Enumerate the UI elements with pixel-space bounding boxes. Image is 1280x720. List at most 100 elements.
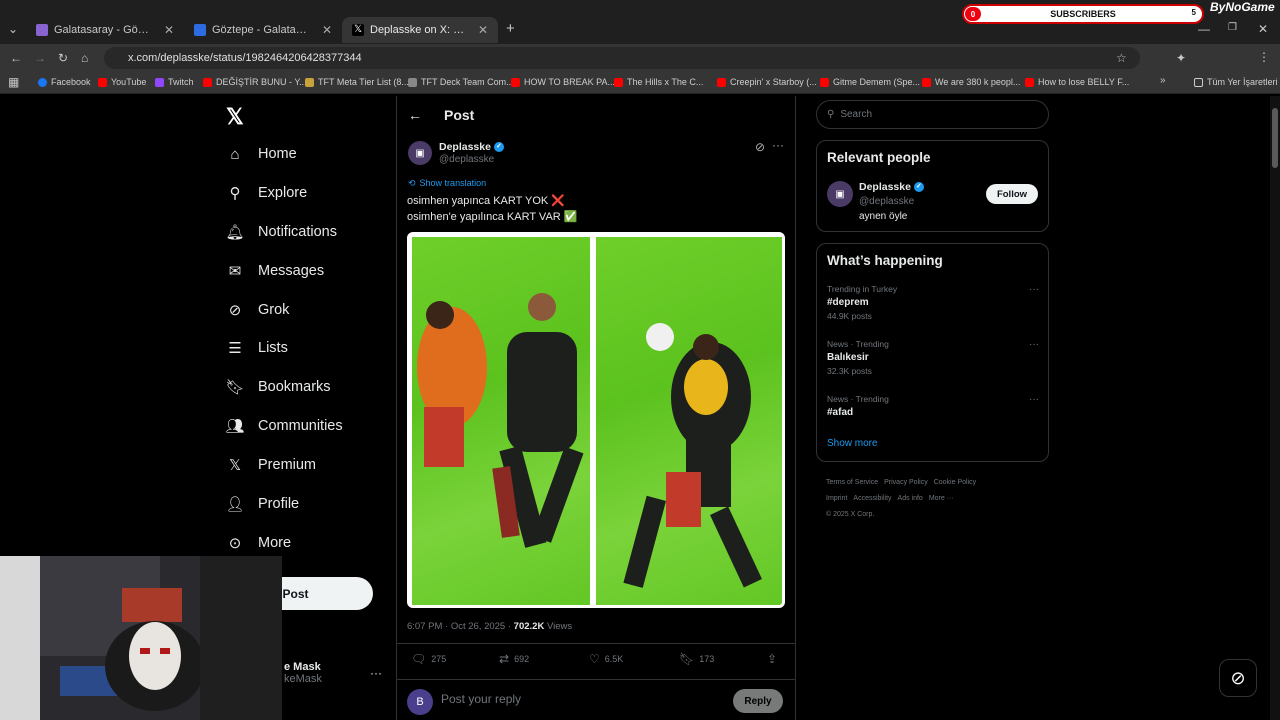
bookmark-item[interactable]: Gitme Demem (Spe... bbox=[820, 77, 920, 87]
grok-icon[interactable]: ⊘ bbox=[755, 140, 765, 154]
divider bbox=[397, 643, 795, 644]
trend-item[interactable]: News · Trending Balıkesir 32.3K posts ··… bbox=[827, 339, 1039, 376]
window-close-icon[interactable]: ✕ bbox=[1258, 22, 1268, 36]
grok-fab-icon[interactable]: ⊘ bbox=[1219, 659, 1257, 697]
tab-search-icon[interactable]: ⌄ bbox=[8, 22, 18, 36]
trend-item[interactable]: Trending in Turkey #deprem 44.9K posts ·… bbox=[827, 284, 1039, 321]
bookmark-star-icon[interactable]: ☆ bbox=[1116, 51, 1127, 65]
bookmark-item[interactable]: How to lose BELLY F... bbox=[1025, 77, 1129, 87]
footer-link[interactable]: More ··· bbox=[929, 495, 954, 502]
all-bookmarks[interactable]: Tüm Yer İşaretleri bbox=[1194, 77, 1278, 87]
nav-label: Profile bbox=[258, 496, 300, 512]
bookmark-label: TFT Meta Tier List (8... bbox=[318, 77, 409, 87]
account-switcher[interactable]: e Mask keMask bbox=[284, 661, 322, 685]
search-placeholder: Search bbox=[840, 109, 873, 120]
footer-link[interactable]: Accessibility bbox=[853, 495, 891, 502]
account-handle: keMask bbox=[284, 673, 322, 685]
apps-icon[interactable]: ▦ bbox=[8, 75, 19, 89]
nav-label: Communities bbox=[258, 418, 343, 434]
players-illustration bbox=[417, 293, 584, 548]
back-icon[interactable]: ← bbox=[10, 51, 22, 65]
bookmark-item[interactable]: The Hills x The C... bbox=[614, 77, 703, 87]
post-button-label: Post bbox=[282, 586, 309, 601]
reply-action[interactable]: 🗨︎ 275 bbox=[411, 652, 446, 666]
restore-icon[interactable]: ❐ bbox=[1228, 22, 1237, 33]
browser-tab-active[interactable]: 𝕏 Deplasske on X: "osimhen yapın ✕ bbox=[342, 17, 498, 43]
trend-more-icon[interactable]: ··· bbox=[1029, 394, 1039, 405]
bookmark-item[interactable]: Facebook bbox=[38, 77, 91, 87]
person-name-text: Deplasske bbox=[859, 181, 911, 193]
show-more-link[interactable]: Show more bbox=[827, 438, 878, 449]
trend-more-icon[interactable]: ··· bbox=[1029, 339, 1039, 350]
nav-lists[interactable]: ☰ Lists bbox=[226, 339, 288, 357]
reply-avatar: B bbox=[407, 689, 433, 715]
nav-profile[interactable]: 👤︎ Profile bbox=[225, 495, 300, 513]
repost-action[interactable]: ⇄ 692 bbox=[499, 652, 529, 666]
nav-more[interactable]: ⊙ More bbox=[226, 534, 291, 552]
forward-icon[interactable]: → bbox=[34, 51, 46, 65]
nav-messages[interactable]: ✉ Messages bbox=[226, 262, 324, 280]
show-translation-label: Show translation bbox=[419, 178, 487, 188]
reply-button[interactable]: Reply bbox=[733, 689, 783, 713]
home-icon[interactable]: ⌂ bbox=[81, 51, 88, 65]
scrollbar-thumb[interactable] bbox=[1272, 108, 1278, 168]
nav-premium[interactable]: 𝕏 Premium bbox=[226, 456, 316, 474]
like-action[interactable]: ♡ 6.5K bbox=[589, 652, 623, 666]
page-scrollbar[interactable] bbox=[1270, 96, 1280, 720]
bookmark-item[interactable]: Creepin' x Starboy (... bbox=[717, 77, 817, 87]
account-more-icon[interactable]: ··· bbox=[370, 666, 382, 680]
back-arrow-icon[interactable]: ← bbox=[408, 107, 422, 123]
nav-notifications[interactable]: 🔔︎ Notifications bbox=[225, 223, 337, 241]
happening-title: What’s happening bbox=[827, 253, 943, 268]
bookmark-item[interactable]: TFT Meta Tier List (8... bbox=[305, 77, 409, 87]
more-icon[interactable]: ··· bbox=[772, 138, 784, 152]
search-input[interactable]: ⚲ Search bbox=[816, 100, 1049, 129]
new-tab-icon[interactable]: + bbox=[506, 20, 515, 37]
post-timestamp[interactable]: 6:07 PM · Oct 26, 2025 · bbox=[407, 621, 514, 632]
nav-explore[interactable]: ⚲ Explore bbox=[226, 184, 308, 202]
person-name[interactable]: Deplasske ✓ bbox=[859, 181, 924, 193]
post-media[interactable] bbox=[407, 232, 785, 608]
footer-link[interactable]: Terms of Service bbox=[826, 479, 878, 486]
nav-label: Bookmarks bbox=[258, 379, 331, 395]
reply-input[interactable]: Post your reply bbox=[441, 692, 521, 706]
url-input[interactable]: x.com/deplasske/status/19824642064283773… bbox=[104, 47, 1140, 69]
author-avatar[interactable]: ▣ bbox=[408, 141, 432, 165]
bookmark-item[interactable]: HOW TO BREAK PA... bbox=[511, 77, 615, 87]
nav-grok[interactable]: ⊘ Grok bbox=[226, 301, 290, 319]
bookmark-item[interactable]: DEĞİŞTİR BUNU - Y... bbox=[203, 77, 307, 87]
minimize-icon[interactable]: — bbox=[1198, 22, 1210, 36]
bookmark-action[interactable]: 🔖︎ 173 bbox=[679, 652, 714, 666]
bookmark-item[interactable]: We are 380 k peopl... bbox=[922, 77, 1020, 87]
footer-links: Terms of Service Privacy Policy Cookie Pol… bbox=[826, 475, 1036, 523]
browser-tab[interactable]: Galatasaray - Göztepe Maç Öze ✕ bbox=[26, 18, 184, 42]
menu-icon[interactable]: ⋮ bbox=[1258, 50, 1270, 64]
close-icon[interactable]: ✕ bbox=[164, 23, 174, 37]
footer-link[interactable]: Imprint bbox=[826, 495, 847, 502]
footer-link[interactable]: Ads info bbox=[898, 495, 923, 502]
author-handle[interactable]: @deplasske bbox=[439, 154, 494, 165]
follow-button[interactable]: Follow bbox=[986, 184, 1038, 204]
browser-tab[interactable]: Göztepe - Galatasaray SK takım ✕ bbox=[184, 18, 342, 42]
nav-home[interactable]: ⌂ Home bbox=[226, 145, 296, 163]
reload-icon[interactable]: ↻ bbox=[58, 51, 68, 65]
bookmark-item[interactable]: YouTube bbox=[98, 77, 146, 87]
bookmark-item[interactable]: Twitch bbox=[155, 77, 194, 87]
trend-more-icon[interactable]: ··· bbox=[1029, 284, 1039, 295]
bookmark-item[interactable]: TFT Deck Team Com... bbox=[408, 77, 514, 87]
show-translation[interactable]: ⟲ Show translation bbox=[408, 178, 486, 189]
search-icon: ⚲ bbox=[827, 109, 835, 120]
close-icon[interactable]: ✕ bbox=[322, 23, 332, 37]
extensions-icon[interactable]: ✦ bbox=[1176, 51, 1186, 65]
author-name[interactable]: Deplasske ✓ bbox=[439, 141, 504, 153]
nav-communities[interactable]: 👥︎ Communities bbox=[225, 417, 343, 435]
nav-bookmarks[interactable]: 🔖︎ Bookmarks bbox=[225, 378, 331, 396]
footer-link[interactable]: Cookie Policy bbox=[934, 479, 976, 486]
x-logo-icon[interactable]: 𝕏 bbox=[226, 104, 244, 130]
close-icon[interactable]: ✕ bbox=[478, 23, 488, 37]
share-action[interactable]: ⇪ bbox=[767, 652, 777, 666]
more-bookmarks-icon[interactable]: » bbox=[1160, 75, 1166, 86]
person-avatar[interactable]: ▣ bbox=[827, 181, 853, 207]
trend-item[interactable]: News · Trending #afad ··· bbox=[827, 394, 1039, 418]
footer-link[interactable]: Privacy Policy bbox=[884, 479, 928, 486]
